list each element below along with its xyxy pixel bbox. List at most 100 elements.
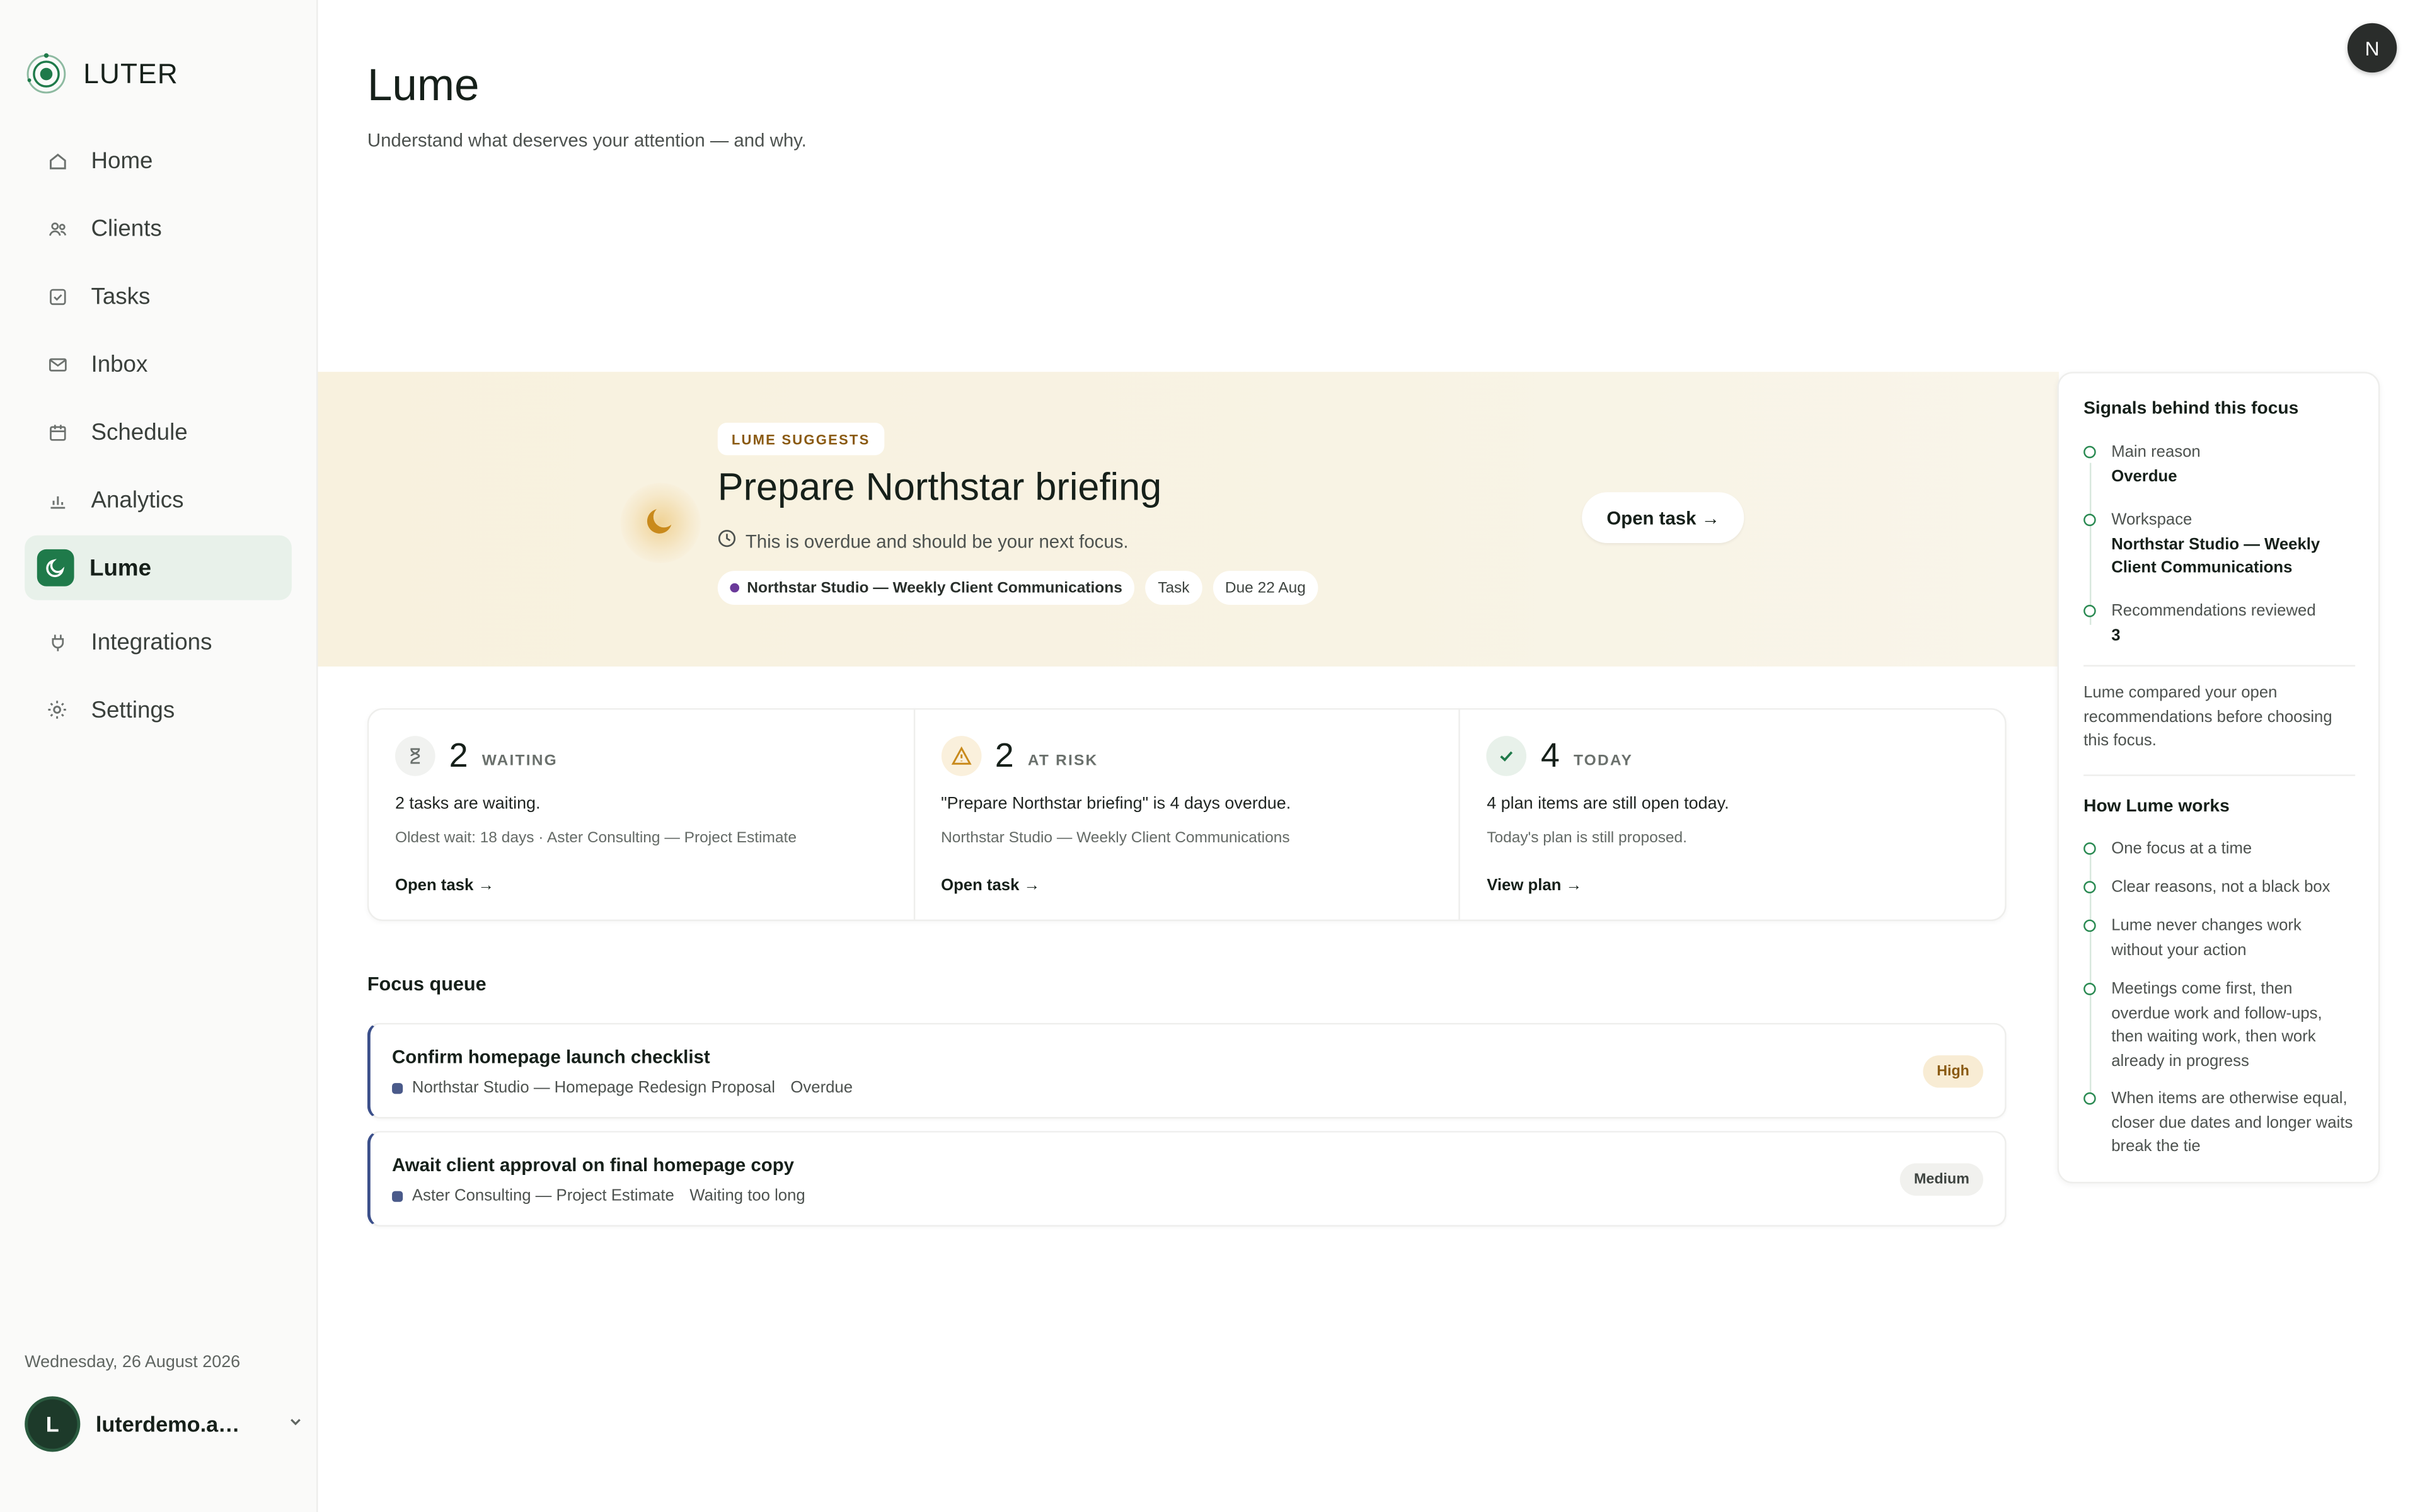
timeline-dot bbox=[2083, 842, 2096, 855]
chevron-down-icon bbox=[287, 1410, 304, 1438]
stat-count: 2 bbox=[449, 736, 468, 775]
users-icon bbox=[45, 216, 69, 241]
sidebar-item-inbox[interactable]: Inbox bbox=[25, 332, 292, 397]
sidebar-item-label: Schedule bbox=[91, 418, 188, 445]
calendar-icon bbox=[45, 420, 69, 444]
list-item[interactable]: Await client approval on final homepage … bbox=[367, 1131, 2007, 1227]
stat-count: 4 bbox=[1540, 736, 1560, 775]
workspace-dot bbox=[730, 583, 740, 593]
sidebar-item-schedule[interactable]: Schedule bbox=[25, 399, 292, 464]
view-plan-link[interactable]: View plan → bbox=[1487, 876, 1582, 895]
account-email: luterdemo.ap... bbox=[95, 1411, 244, 1437]
stat-summary: 4 plan items are still open today. bbox=[1487, 794, 1729, 813]
list-item[interactable]: Confirm homepage launch checklist Norths… bbox=[367, 1022, 2007, 1119]
sidebar-item-label: Inbox bbox=[91, 351, 148, 377]
open-task-link[interactable]: Open task → bbox=[395, 876, 494, 895]
stat-today: 4 TODAY 4 plan items are still open toda… bbox=[1461, 710, 2005, 920]
home-icon bbox=[45, 148, 69, 173]
chip-label: Northstar Studio — Weekly Client Communi… bbox=[747, 579, 1122, 597]
queue-item-meta: Northstar Studio — Homepage Redesign Pro… bbox=[392, 1079, 853, 1097]
user-avatar[interactable]: N bbox=[2347, 23, 2397, 73]
check-icon bbox=[1487, 736, 1527, 776]
stat-waiting: 2 WAITING 2 tasks are waiting. Oldest wa… bbox=[369, 709, 915, 920]
workspace-chip[interactable]: Northstar Studio — Weekly Client Communi… bbox=[717, 571, 1135, 605]
sidebar: LUTER Home Clients Tasks Inbox Schedule bbox=[0, 0, 318, 1512]
moon-icon bbox=[647, 509, 672, 534]
mail-icon bbox=[45, 352, 69, 376]
clock-icon bbox=[718, 529, 736, 553]
current-date: Wednesday, 26 August 2026 bbox=[25, 1353, 241, 1372]
principle-item: One focus at a time bbox=[2083, 838, 2361, 862]
principle-item: When items are otherwise equal, closer d… bbox=[2083, 1088, 2361, 1160]
sidebar-item-settings[interactable]: Settings bbox=[25, 677, 292, 742]
queue-item-meta: Aster Consulting — Project Estimate Wait… bbox=[392, 1186, 805, 1205]
chip-label: Due 22 Aug bbox=[1224, 579, 1306, 597]
focus-tags: Northstar Studio — Weekly Client Communi… bbox=[717, 571, 1318, 605]
how-lume-works-title: How Lume works bbox=[2083, 798, 2230, 816]
open-task-link[interactable]: Open task → bbox=[941, 876, 1040, 895]
sidebar-item-label: Integrations bbox=[91, 628, 212, 655]
stat-label: WAITING bbox=[481, 752, 558, 769]
signal-value: Northstar Studio — Weekly Client Communi… bbox=[2111, 534, 2320, 577]
stat-at-risk: 2 AT RISK "Prepare Northstar briefing" i… bbox=[914, 709, 1461, 920]
timeline-dot bbox=[2083, 605, 2096, 617]
stat-label: TODAY bbox=[1573, 752, 1634, 769]
focus-reason: This is overdue and should be your next … bbox=[718, 529, 1129, 553]
type-chip: Task bbox=[1145, 571, 1202, 605]
sidebar-item-tasks[interactable]: Tasks bbox=[25, 264, 292, 329]
plug-icon bbox=[45, 629, 69, 654]
sidebar-item-home[interactable]: Home bbox=[25, 128, 292, 193]
timeline-dot bbox=[2083, 919, 2096, 932]
focus-queue-title: Focus queue bbox=[367, 973, 487, 995]
signal-label: Main reason bbox=[2111, 442, 2201, 462]
signal-label: Workspace bbox=[2111, 510, 2192, 530]
check-square-icon bbox=[45, 284, 69, 309]
sidebar-item-label: Clients bbox=[91, 215, 162, 242]
sidebar-item-label: Home bbox=[91, 147, 153, 174]
stat-count: 2 bbox=[994, 736, 1014, 775]
sidebar-item-integrations[interactable]: Integrations bbox=[25, 609, 292, 674]
sidebar-item-label: Tasks bbox=[91, 283, 151, 310]
warning-icon bbox=[941, 736, 981, 776]
signal-value: 3 bbox=[2111, 626, 2121, 644]
queue-item-status: Overdue bbox=[790, 1078, 853, 1097]
signal-item: Workspace Northstar Studio — Weekly Clie… bbox=[2083, 509, 2361, 581]
gear-icon bbox=[45, 697, 69, 722]
principle-text: When items are otherwise equal, closer d… bbox=[2111, 1089, 2353, 1156]
stat-summary: "Prepare Northstar briefing" is 4 days o… bbox=[941, 794, 1291, 813]
sidebar-item-lume[interactable]: Lume bbox=[25, 535, 292, 600]
queue-item-status: Waiting too long bbox=[689, 1186, 805, 1205]
queue-item-title: Await client approval on final homepage … bbox=[392, 1154, 795, 1176]
brand[interactable]: LUTER bbox=[25, 52, 178, 96]
sidebar-item-analytics[interactable]: Analytics bbox=[25, 467, 292, 532]
signals-note: Lume compared your open recommendations … bbox=[2083, 683, 2332, 750]
bar-chart-icon bbox=[45, 488, 69, 512]
timeline-dot bbox=[2083, 1092, 2096, 1105]
hourglass-icon bbox=[395, 736, 435, 776]
focus-title: Prepare Northstar briefing bbox=[717, 466, 1162, 510]
focus-hero: LUME SUGGESTS Prepare Northstar briefing… bbox=[318, 372, 2059, 667]
sidebar-item-clients[interactable]: Clients bbox=[25, 196, 292, 261]
focus-reason-text: This is overdue and should be your next … bbox=[745, 530, 1129, 552]
priority-badge: High bbox=[1923, 1055, 1983, 1088]
stat-detail: Northstar Studio — Weekly Client Communi… bbox=[941, 830, 1290, 847]
priority-badge: Medium bbox=[1899, 1163, 1983, 1196]
sidebar-nav: Home Clients Tasks Inbox Schedule Analyt… bbox=[25, 128, 292, 745]
queue-item-workspace: Northstar Studio — Homepage Redesign Pro… bbox=[412, 1078, 775, 1097]
timeline-dot bbox=[2083, 881, 2096, 893]
signals-title: Signals behind this focus bbox=[2083, 399, 2299, 418]
principle-item: Clear reasons, not a black box bbox=[2083, 876, 2361, 900]
principle-text: Clear reasons, not a black box bbox=[2111, 878, 2331, 896]
moon-icon bbox=[37, 549, 74, 587]
open-task-button[interactable]: Open task → bbox=[1582, 492, 1745, 544]
suggestion-badge: LUME SUGGESTS bbox=[717, 423, 884, 455]
page-title: Lume bbox=[367, 61, 480, 112]
principle-text: Meetings come first, then overdue work a… bbox=[2111, 980, 2322, 1070]
principle-item: Meetings come first, then overdue work a… bbox=[2083, 978, 2361, 1074]
queue-item-workspace: Aster Consulting — Project Estimate bbox=[412, 1186, 674, 1205]
signal-item: Recommendations reviewed 3 bbox=[2083, 600, 2361, 648]
account-switcher[interactable]: L luterdemo.ap... bbox=[25, 1396, 304, 1452]
divider bbox=[2083, 774, 2356, 776]
signal-value: Overdue bbox=[2111, 466, 2177, 486]
stat-label: AT RISK bbox=[1027, 752, 1098, 769]
